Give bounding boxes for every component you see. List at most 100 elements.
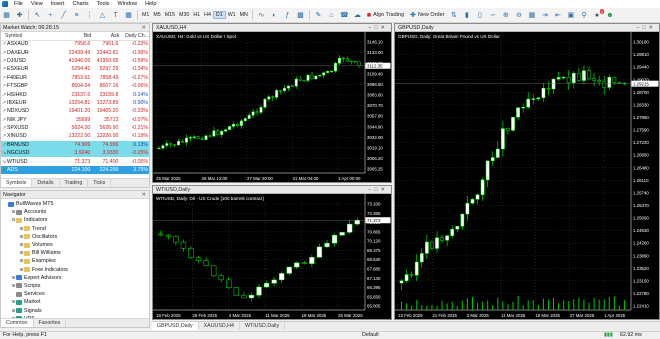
bar-chart-icon[interactable]: ▮	[462, 10, 472, 20]
chart-window-xauusd[interactable]: XAUUSD,H4 –□✕ XAUUSD, H4: Gold vs US Dol…	[152, 23, 392, 183]
new-order-button[interactable]: ✚ New Order	[407, 11, 447, 19]
table-row[interactable]: ↗NIK JPY 35699 35713 -0.07%	[1, 116, 149, 124]
timeframe-m30[interactable]: M30	[177, 12, 191, 18]
navigator-item[interactable]: Services	[1, 290, 149, 298]
line-mode-icon[interactable]: ∽	[488, 10, 498, 20]
grid-icon[interactable]: ▦	[527, 10, 537, 20]
chart-canvas[interactable]: WTIUSD, Daily: Oil - US Crude [100 barre…	[153, 194, 391, 319]
table-row[interactable]: ↗DJIUSD 41946.05 41950.05 -0.59%	[1, 57, 149, 65]
timeframe-h1[interactable]: H1	[191, 12, 202, 18]
signals-icon[interactable]: ☎	[339, 10, 349, 20]
table-row[interactable]: ↗FTSGBP 8604.04 8607.16 -0.06%	[1, 82, 149, 90]
chart-shift-icon[interactable]: ⇤	[553, 10, 563, 20]
tab-chart-wtiusd[interactable]: WTIUSD,Daily	[240, 322, 286, 330]
navigator-item[interactable]: ⊞ Scripts	[1, 282, 149, 290]
menu-view[interactable]: View	[27, 0, 47, 8]
account-icon[interactable]: ☻	[605, 10, 615, 20]
navigator-item[interactable]: ⊞ Signals	[1, 306, 149, 314]
table-row[interactable]: ↗F40EUR 7853.61 7858.49 -0.27%	[1, 74, 149, 82]
timeframe-m5[interactable]: M5	[151, 12, 162, 18]
cursor-icon[interactable]: ↖	[33, 10, 43, 20]
navigator-item[interactable]: ⊞ Bill Williams	[1, 249, 149, 257]
chart-canvas[interactable]: XAUUSD, H4: Gold vs US Dollar / Spot 3146…	[153, 32, 391, 182]
column-header-daily-change[interactable]: Daily Ch...	[119, 32, 149, 41]
indicators-icon[interactable]: ƒ	[282, 10, 292, 20]
notification-icon[interactable]: ● 1	[592, 9, 604, 20]
menu-charts[interactable]: Charts	[68, 0, 92, 8]
tab-chart-gbpusd[interactable]: GBPUSD,Daily	[152, 322, 199, 330]
shapes-icon[interactable]: △	[98, 10, 108, 20]
navigator-item[interactable]: ⊞ Trend	[1, 225, 149, 233]
timeframe-mn[interactable]: MN	[238, 12, 250, 18]
table-row[interactable]: ↗XINUSD 13222.00 13226.00 -0.19%	[1, 132, 149, 140]
table-row[interactable]: ↗SPXUSD 5624.20 5626.90 -0.21%	[1, 124, 149, 132]
window-controls-icon[interactable]: –□✕	[368, 186, 391, 193]
window-controls-icon[interactable]: –□✕	[368, 24, 391, 31]
table-row[interactable]: ↗NDXUSD 19401.20 19405.20 -0.33%	[1, 107, 149, 115]
navigator-item[interactable]: ⊞ Market	[1, 298, 149, 306]
menu-window[interactable]: Window	[114, 0, 142, 8]
timeframe-m1[interactable]: M1	[140, 12, 151, 18]
channel-icon[interactable]: ≡	[72, 10, 82, 20]
line-chart-icon[interactable]: ∿	[256, 10, 266, 20]
timeframe-w1[interactable]: W1	[226, 12, 238, 18]
table-row[interactable]: ↗HSIHKD 23137.6 23159.8 0.14%	[1, 90, 149, 98]
chart-window-gbpusd[interactable]: GBPUSD,Daily –□✕ GBPUSD, Daily: Great Br…	[394, 23, 660, 320]
vps-icon[interactable]: ☁	[352, 10, 362, 20]
table-row[interactable]: ↗ADS 224.100 224.200 3.75%	[1, 165, 149, 175]
algo-trading-button[interactable]: ■ Algo Trading	[364, 12, 407, 19]
navigator-item[interactable]: ⊞ Oscillators	[1, 233, 149, 241]
tab-trading[interactable]: Trading	[60, 179, 89, 187]
navigator-item[interactable]: BullWaves MT5	[1, 200, 149, 208]
table-row[interactable]: ↘WTIUSD 71.373 71.400 -0.05%	[1, 157, 149, 165]
candles-icon[interactable]: ▯	[475, 10, 485, 20]
tab-details[interactable]: Details	[32, 179, 60, 187]
menu-insert[interactable]: Insert	[47, 0, 69, 8]
screenshot-icon[interactable]: ▣	[566, 10, 576, 20]
close-icon[interactable]: ✕	[142, 191, 149, 198]
tab-common[interactable]: Common	[1, 319, 34, 327]
line-icon[interactable]: ╱	[59, 10, 69, 20]
column-header-ask[interactable]: Ask	[91, 32, 120, 41]
templates-icon[interactable]: ▩	[295, 10, 305, 20]
navigator-item[interactable]: ⊞ Volumes	[1, 241, 149, 249]
tab-symbols[interactable]: Symbols	[1, 179, 33, 187]
timeframe-d1[interactable]: D1	[212, 11, 226, 19]
table-row[interactable]: ↗ASXAUD 7958.6 7961.6 -0.22%	[1, 40, 149, 48]
new-chart-icon[interactable]: ▦	[2, 10, 12, 20]
market-icon[interactable]: ⌂	[326, 10, 336, 20]
navigator-item[interactable]: ⊞ Expert Advisors	[1, 274, 149, 282]
chart-window-wtiusd[interactable]: WTIUSD,Daily –□✕ WTIUSD, Daily: Oil - US…	[152, 185, 392, 320]
color-scheme-icon[interactable]: ◐	[269, 10, 279, 20]
search-icon[interactable]: ⚲	[579, 10, 589, 20]
navigator-item[interactable]: ⊞ Free Indicators	[1, 266, 149, 274]
table-row[interactable]: ↗DAXEUR 22439.49 22442.81 -0.36%	[1, 48, 149, 56]
plus-icon[interactable]: +	[46, 10, 56, 20]
navigator-item[interactable]: ⊞ Accounts	[1, 208, 149, 216]
text-tool-icon[interactable]: T	[111, 10, 121, 20]
timeframe-m15[interactable]: M15	[163, 12, 177, 18]
window-controls-icon[interactable]: –□✕	[636, 24, 659, 31]
objects-icon[interactable]: ▦	[124, 10, 134, 20]
tab-ticks[interactable]: Ticks	[88, 179, 112, 187]
timeframe-h4[interactable]: H4	[202, 12, 213, 18]
chart-canvas[interactable]: GBPUSD, Daily: Great Britain Pound vs US…	[395, 32, 659, 319]
zoom-out-icon[interactable]: ⊖	[514, 10, 524, 20]
table-row[interactable]: ↗ESXEUR 5294.41 5297.29 -0.34%	[1, 65, 149, 73]
fibo-icon[interactable]: ⋮	[85, 10, 95, 20]
ide-icon[interactable]: ✎	[313, 10, 323, 20]
column-header-symbol[interactable]: Symbol	[1, 32, 64, 41]
menu-file[interactable]: File	[10, 0, 27, 8]
zoom-in-icon[interactable]: ⊕	[501, 10, 511, 20]
tab-favorites[interactable]: Favorites	[34, 319, 67, 327]
table-row[interactable]: ↘NGCUSD 3.9240 3.9330 -0.05%	[1, 149, 149, 158]
column-header-bid[interactable]: Bid	[63, 32, 92, 41]
tab-chart-xauusd[interactable]: XAUUSD,H4	[199, 322, 240, 330]
table-row[interactable]: ↗BRNUSD 74.909 74.936 0.13%	[1, 140, 149, 150]
navigator-item[interactable]: ⊟ Indicators	[1, 216, 149, 224]
autoscroll-icon[interactable]: ⇥	[540, 10, 550, 20]
menu-help[interactable]: Help	[141, 0, 160, 8]
navigator-item[interactable]: ⊞ Examples	[1, 257, 149, 265]
menu-tools[interactable]: Tools	[93, 0, 114, 8]
depth-of-market-icon[interactable]: ⇅	[449, 10, 459, 20]
